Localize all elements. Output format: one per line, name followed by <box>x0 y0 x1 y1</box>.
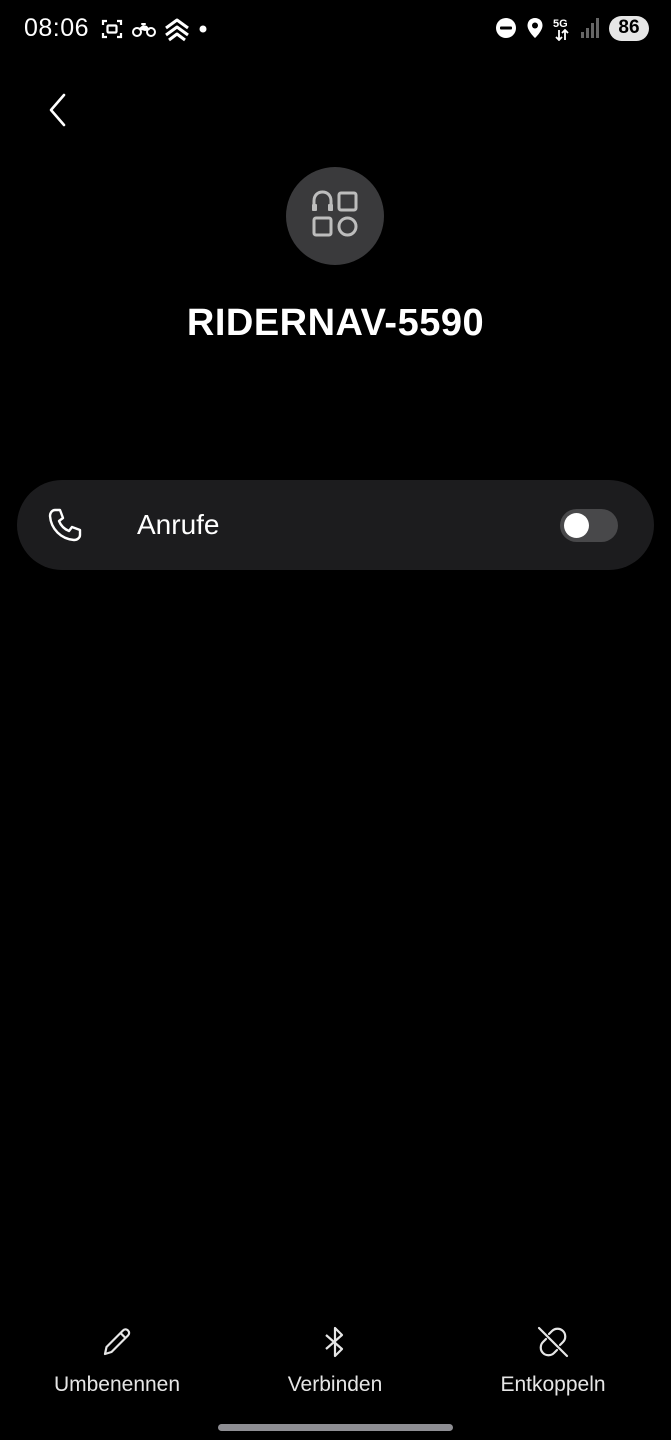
rename-button[interactable]: Umbenennen <box>17 1325 217 1405</box>
signal-icon <box>580 17 600 39</box>
battery-indicator: 86 <box>609 15 649 41</box>
calls-setting-row[interactable]: Anrufe <box>17 480 654 570</box>
back-button[interactable] <box>38 92 78 132</box>
status-time: 08:06 <box>24 14 90 42</box>
status-left-icons <box>100 16 208 42</box>
status-right-icons: 5G 86 <box>495 15 649 41</box>
unpair-button[interactable]: Entkoppeln <box>453 1325 653 1405</box>
connect-button[interactable]: Verbinden <box>235 1325 435 1405</box>
location-icon <box>526 17 544 39</box>
motorcycle-icon <box>132 20 156 38</box>
do-not-disturb-icon <box>495 17 517 39</box>
dot-icon <box>198 17 208 41</box>
device-avatar <box>286 167 384 265</box>
device-category-icon <box>310 189 360 244</box>
device-name: RIDERNAV-5590 <box>186 302 485 344</box>
rename-label: Umbenennen <box>53 1373 181 1396</box>
calls-toggle[interactable] <box>560 509 618 542</box>
phone-icon <box>47 507 83 543</box>
unlink-icon <box>536 1325 570 1359</box>
screenshot-icon <box>100 17 124 41</box>
connect-label: Verbinden <box>287 1373 383 1396</box>
action-bar: Umbenennen Verbinden Entkoppeln <box>0 1325 671 1405</box>
toggle-knob <box>564 513 589 538</box>
network-5g-icon: 5G <box>553 15 571 41</box>
status-bar: 08:06 5G 86 <box>0 0 671 62</box>
bluetooth-icon <box>318 1325 352 1359</box>
navigation-chevrons-icon <box>164 16 190 42</box>
calls-label: Anrufe <box>137 509 220 540</box>
pencil-icon <box>100 1325 134 1359</box>
unpair-label: Entkoppeln <box>500 1373 606 1396</box>
gesture-bar[interactable] <box>218 1424 453 1431</box>
chevron-left-icon <box>46 92 70 133</box>
